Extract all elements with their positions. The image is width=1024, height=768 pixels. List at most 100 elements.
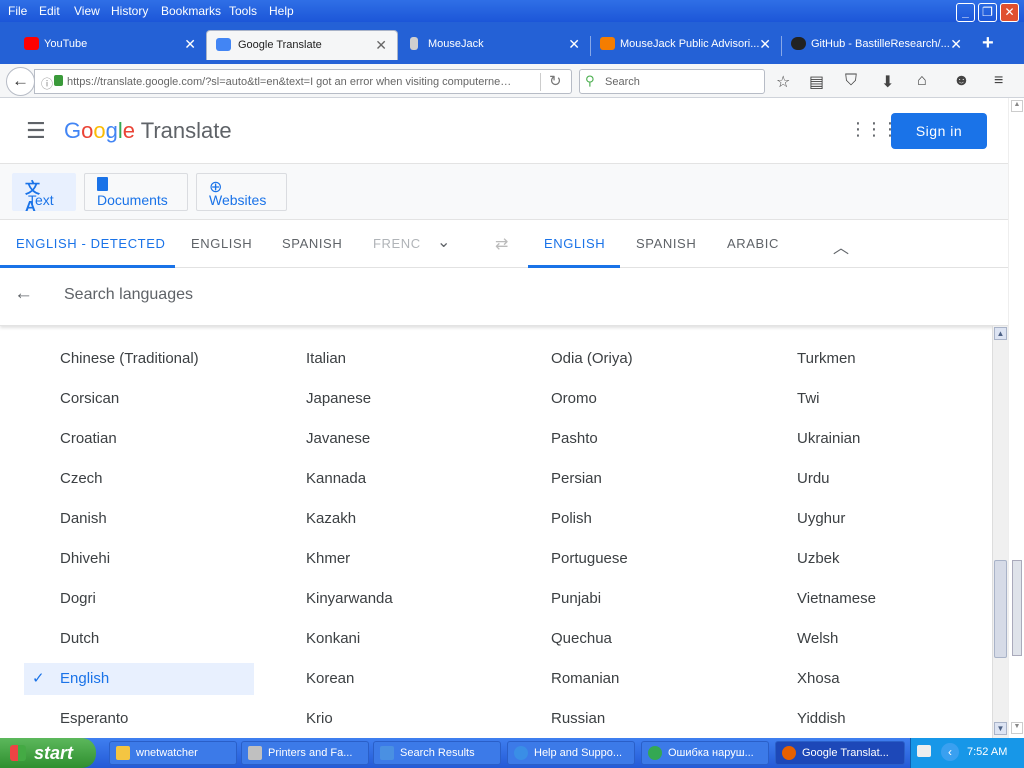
language-option[interactable]: Kazakh [306,510,356,527]
language-option[interactable]: Uzbek [797,550,840,567]
language-option[interactable]: Welsh [797,630,838,647]
back-button[interactable]: ← [6,67,35,96]
restore-button[interactable]: ❐ [978,3,997,22]
source-lang-french[interactable]: FRENC [373,236,425,251]
menu-history[interactable]: History [111,4,148,18]
language-option[interactable]: Portuguese [551,550,628,567]
language-option[interactable]: Esperanto [60,710,128,727]
language-option[interactable]: Persian [551,470,602,487]
tab-mousejack[interactable]: MouseJack ✕ [398,30,590,60]
page-scrollbar-thumb[interactable] [1012,560,1022,656]
mode-text-button[interactable]: 文A Text [12,173,76,215]
scrollbar-thumb[interactable] [994,560,1007,658]
menu-bookmarks[interactable]: Bookmarks [161,4,221,18]
reading-list-icon[interactable]: ▤ [809,72,824,92]
language-option[interactable]: Quechua [551,630,612,647]
minimize-button[interactable]: _ [956,3,975,22]
chevron-down-icon[interactable]: ⌄ [437,232,450,252]
menu-edit[interactable]: Edit [39,4,60,18]
taskbar-item[interactable]: Help and Suppo... [507,741,635,765]
language-option[interactable]: Kinyarwanda [306,590,393,607]
chevron-up-icon[interactable]: ︿ [833,234,849,258]
taskbar-item[interactable]: Ошибка наруш... [641,741,769,765]
close-tab-icon[interactable]: ✕ [184,30,196,58]
keyboard-icon[interactable] [917,745,931,757]
taskbar-item[interactable]: wnetwatcher [109,741,237,765]
reload-icon[interactable]: ↻ [549,72,562,90]
home-icon[interactable]: ⌂ [917,72,927,90]
tab-github[interactable]: GitHub - BastilleResearch/... ✕ [782,30,972,60]
mode-documents-button[interactable]: Documents [84,173,188,211]
language-option[interactable]: Chinese (Traditional) [60,350,199,367]
language-option[interactable]: Corsican [60,390,119,407]
start-button[interactable]: start [0,738,96,768]
menu-help[interactable]: Help [269,4,294,18]
language-option[interactable]: Yiddish [797,710,846,727]
taskbar-item[interactable]: Printers and Fa... [241,741,369,765]
language-option[interactable]: Pashto [551,430,598,447]
language-option[interactable]: Khmer [306,550,350,567]
language-option[interactable]: Korean [306,670,354,687]
language-option[interactable]: Urdu [797,470,830,487]
new-tab-button[interactable]: + [982,32,994,55]
language-option[interactable]: Russian [551,710,605,727]
page-scrollbar[interactable]: ▲ ▼ [1008,98,1024,738]
apps-grid-icon[interactable]: ⋮⋮⋮ [849,119,899,140]
sign-in-button[interactable]: Sign in [891,113,987,149]
emoji-icon[interactable]: ☻ [953,72,970,90]
close-tab-icon[interactable]: ✕ [950,30,962,58]
pocket-icon[interactable]: ⛉ [845,72,857,90]
google-translate-logo[interactable]: Google Translate [64,118,232,144]
close-tab-icon[interactable]: ✕ [375,31,387,59]
swap-languages-icon[interactable]: ⇄ [495,234,508,254]
language-option[interactable]: Konkani [306,630,360,647]
language-option[interactable]: Krio [306,710,333,727]
mode-websites-button[interactable]: ⊕ Websites [196,173,287,211]
download-icon[interactable]: ⬇ [881,72,894,92]
close-tab-icon[interactable]: ✕ [568,30,580,58]
language-option[interactable]: Ukrainian [797,430,860,447]
language-option[interactable]: Punjabi [551,590,601,607]
scroll-down-icon[interactable]: ▼ [1011,722,1023,734]
hamburger-menu-icon[interactable]: ≡ [994,72,1003,90]
language-option[interactable]: Romanian [551,670,619,687]
language-option[interactable]: English [60,670,109,687]
back-arrow-icon[interactable]: ← [14,283,33,305]
scroll-up-icon[interactable]: ▲ [1011,100,1023,112]
language-option[interactable]: Dutch [60,630,99,647]
target-lang-english[interactable]: ENGLISH [544,236,605,251]
url-text[interactable]: https://translate.google.com/?sl=auto&tl… [67,76,517,88]
menu-view[interactable]: View [74,4,100,18]
scroll-up-icon[interactable]: ▲ [994,327,1007,340]
language-option[interactable]: Danish [60,510,107,527]
url-bar[interactable]: ⓘ https://translate.google.com/?sl=auto&… [34,69,572,94]
scroll-down-icon[interactable]: ▼ [994,722,1007,735]
tray-expand-icon[interactable]: ‹ [941,743,959,761]
language-option[interactable]: Italian [306,350,346,367]
tab-google-translate[interactable]: Google Translate ✕ [206,30,398,60]
taskbar-item[interactable]: Search Results [373,741,501,765]
language-option[interactable]: Javanese [306,430,370,447]
language-option[interactable]: Japanese [306,390,371,407]
target-lang-arabic[interactable]: ARABIC [727,236,779,251]
search-bar[interactable]: ⚲ Search [579,69,765,94]
language-option[interactable]: Dogri [60,590,96,607]
main-menu-icon[interactable]: ☰ [26,118,46,144]
close-tab-icon[interactable]: ✕ [759,30,771,58]
menu-tools[interactable]: Tools [229,4,257,18]
language-option[interactable]: Uyghur [797,510,845,527]
tab-youtube[interactable]: YouTube ✕ [6,30,206,60]
target-lang-spanish[interactable]: SPANISH [636,236,696,251]
language-option[interactable]: Polish [551,510,592,527]
language-option[interactable]: Czech [60,470,103,487]
language-option[interactable]: Xhosa [797,670,840,687]
tab-mousejack-advisory[interactable]: MouseJack Public Advisori... ✕ [591,30,781,60]
language-option[interactable]: Odia (Oriya) [551,350,633,367]
language-option[interactable]: Kannada [306,470,366,487]
taskbar-item-active[interactable]: Google Translat... [775,741,905,765]
language-option[interactable]: Turkmen [797,350,856,367]
language-option[interactable]: Dhivehi [60,550,110,567]
language-option[interactable]: Croatian [60,430,117,447]
close-window-button[interactable]: ✕ [1000,3,1019,22]
bookmark-star-icon[interactable]: ☆ [776,72,790,92]
